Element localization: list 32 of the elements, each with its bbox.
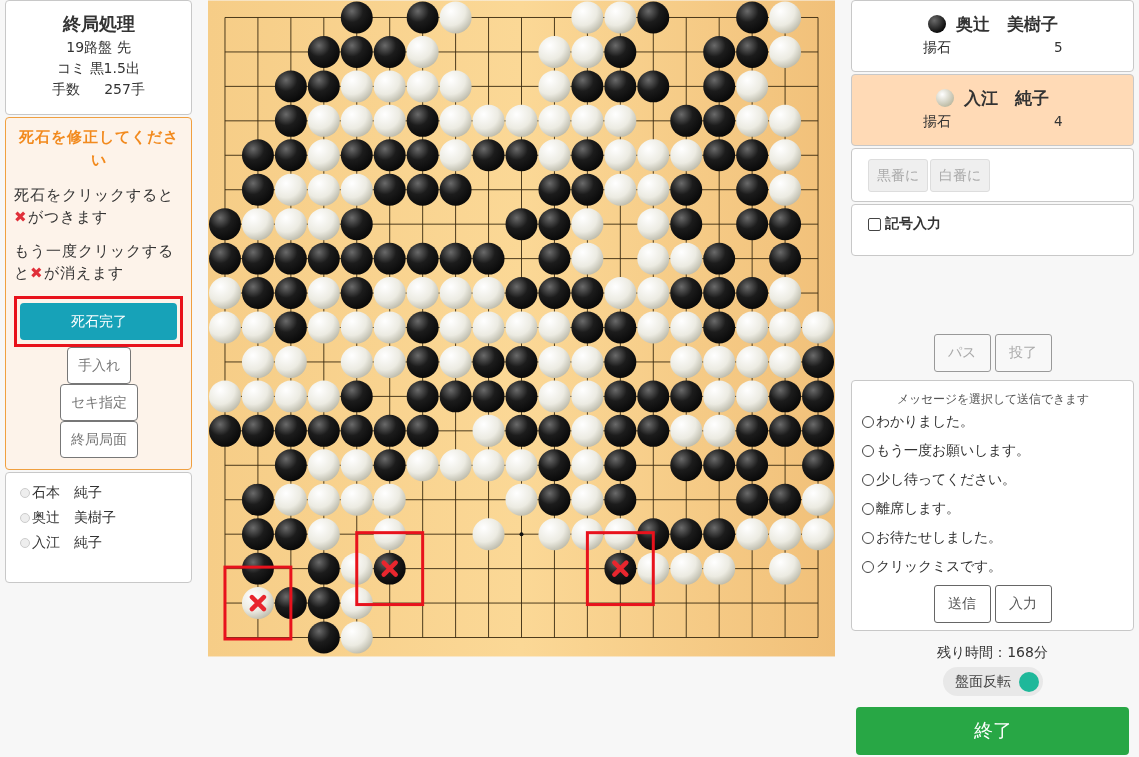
instruction-text: もう一度クリックすると✖が消えます [14, 241, 175, 284]
symbol-input-checkbox[interactable]: 記号入力 [868, 215, 941, 233]
panel-heading: 死石を修正してください [17, 127, 180, 171]
action-button[interactable]: セキ指定 [59, 384, 138, 421]
message-option[interactable]: 離席します。 [862, 494, 1123, 523]
message-caption: メッセージを選択して送信できます [895, 391, 1090, 407]
participant-option[interactable]: 入江 純子 [20, 533, 177, 552]
moves-label: 手数 [52, 80, 81, 99]
captures-count: 4 [1053, 113, 1063, 131]
remaining-time: 残り時間：168分 [936, 643, 1049, 662]
action-button[interactable]: 終局局面 [59, 421, 138, 458]
player-name: 奥辻 美樹子 [955, 13, 1058, 36]
message-option[interactable]: わかりました。 [862, 407, 1123, 436]
message-button[interactable]: 入力 [994, 585, 1052, 623]
flip-board-toggle[interactable]: 盤面反転 [942, 667, 1043, 696]
message-button[interactable]: 送信 [933, 585, 991, 623]
game-setting-text: 19路盤 先 [66, 38, 131, 57]
player-name: 入江 純子 [964, 87, 1049, 110]
instruction-text: 死石をクリックすると ✖がつきます [14, 185, 175, 228]
participant-option[interactable]: 奥辻 美樹子 [20, 508, 177, 527]
message-option[interactable]: 少し待ってください。 [862, 465, 1123, 494]
action-button[interactable]: 手入れ [66, 347, 131, 384]
panel-title: 終局処理 [62, 12, 135, 36]
message-option[interactable]: クリックミスです。 [862, 552, 1123, 581]
captures-label: 揚石 [922, 39, 951, 57]
participant-option[interactable]: 石本 純子 [20, 483, 177, 502]
game-setting-text: コミ 黒1.5出 [57, 59, 140, 78]
message-option[interactable]: もう一度お願いします。 [862, 436, 1123, 465]
captures-count: 5 [1053, 39, 1063, 57]
moves-value: 257手 [104, 80, 145, 99]
captures-label: 揚石 [922, 113, 951, 131]
message-option[interactable]: お待たせしました。 [862, 523, 1123, 552]
